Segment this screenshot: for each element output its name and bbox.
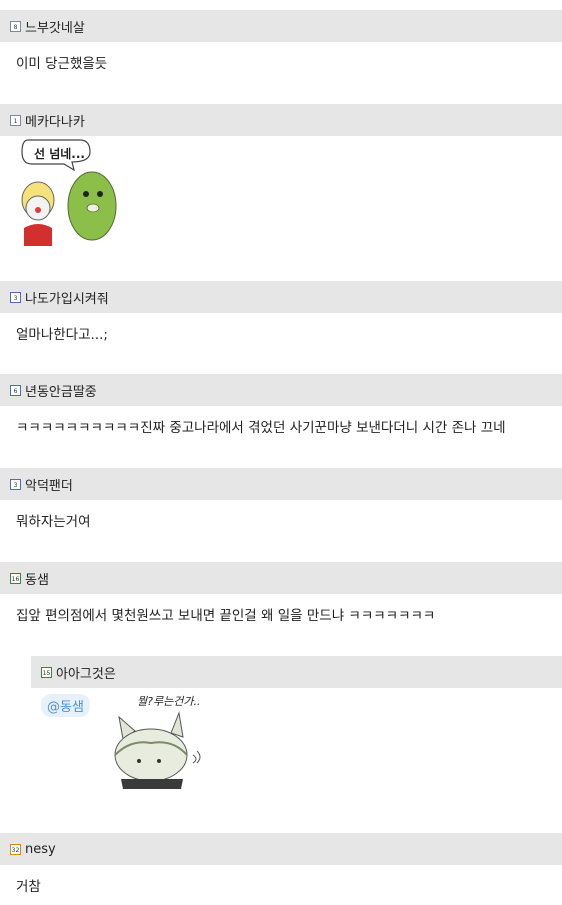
reply-item: 15 아아그것은 @동샘 뭘?루는건가.. xyxy=(31,656,562,809)
level-icon: 3 xyxy=(10,478,21,490)
nickname[interactable]: 년동안금딸중 xyxy=(25,381,97,400)
level-icon: 8 xyxy=(10,20,21,32)
comment-header: 32 nesy xyxy=(0,833,562,865)
comment-header: 15 아아그것은 xyxy=(31,656,562,688)
comment-text: 얼마나한다고...; xyxy=(16,327,108,343)
comment-item: 8 느부갓네살 이미 당근했을듯 xyxy=(0,10,562,72)
comment-text: 이미 당근했을듯 xyxy=(16,56,108,72)
comment-header: 8 느부갓네살 xyxy=(0,10,562,42)
nickname[interactable]: 아아그것은 xyxy=(56,663,116,682)
mention-tag[interactable]: @동샘 xyxy=(41,694,90,717)
level-icon: 1 xyxy=(10,114,21,126)
comment-text: 뭐하자는거여 xyxy=(16,514,91,530)
sticker-image: 선 넘네... xyxy=(18,138,138,246)
sticker-image: 뭘?루는건가.. xyxy=(101,695,211,791)
comment-item: 32 nesy 거참 xyxy=(0,833,562,895)
comment-item: 6 년동안금딸중 ㅋㅋㅋㅋㅋㅋㅋㅋㅋㅋ진짜 중고나라에서 겪었던 사기꾼마냥 보… xyxy=(0,374,562,436)
nickname[interactable]: 나도가입시켜줘 xyxy=(25,288,109,307)
sticker-drawing xyxy=(114,711,201,789)
level-icon: 3 xyxy=(10,291,21,303)
comment-header: 6 년동안금딸중 xyxy=(0,374,562,406)
comment-text: ㅋㅋㅋㅋㅋㅋㅋㅋㅋㅋ진짜 중고나라에서 겪었던 사기꾼마냥 보낸다더니 시간 존… xyxy=(16,420,506,436)
level-icon: 15 xyxy=(41,666,52,678)
comment-item: 16 동샘 집앞 편의점에서 몇천원쓰고 보내면 끝인걸 왜 일을 만드냐 ㅋㅋ… xyxy=(0,562,562,624)
nickname[interactable]: 동샘 xyxy=(25,569,49,588)
comment-item: 3 나도가입시켜줘 얼마나한다고...; xyxy=(0,281,562,343)
comment-text: 집앞 편의점에서 몇천원쓰고 보내면 끝인걸 왜 일을 만드냐 ㅋㅋㅋㅋㅋㅋㅋ xyxy=(16,608,436,624)
nickname[interactable]: 느부갓네살 xyxy=(25,17,85,36)
level-icon: 16 xyxy=(10,572,21,584)
sticker-caption: 선 넘네... xyxy=(34,147,85,161)
comment-header: 3 나도가입시켜줘 xyxy=(0,281,562,313)
level-icon: 32 xyxy=(10,843,21,855)
sticker-caption: 뭘?루는건가.. xyxy=(137,695,201,708)
comment-item: 1 메카다나카 선 넘네... xyxy=(0,104,562,246)
comment-header: 1 메카다나카 xyxy=(0,104,562,136)
comment-header: 3 악덕팬더 xyxy=(0,468,562,500)
level-icon: 6 xyxy=(10,384,21,396)
comment-header: 16 동샘 xyxy=(0,562,562,594)
nickname[interactable]: 악덕팬더 xyxy=(25,475,73,494)
comment-text: 거참 xyxy=(16,879,41,895)
comment-item: 3 악덕팬더 뭐하자는거여 xyxy=(0,468,562,530)
nickname[interactable]: nesy xyxy=(25,842,56,857)
nickname[interactable]: 메카다나카 xyxy=(25,111,85,130)
